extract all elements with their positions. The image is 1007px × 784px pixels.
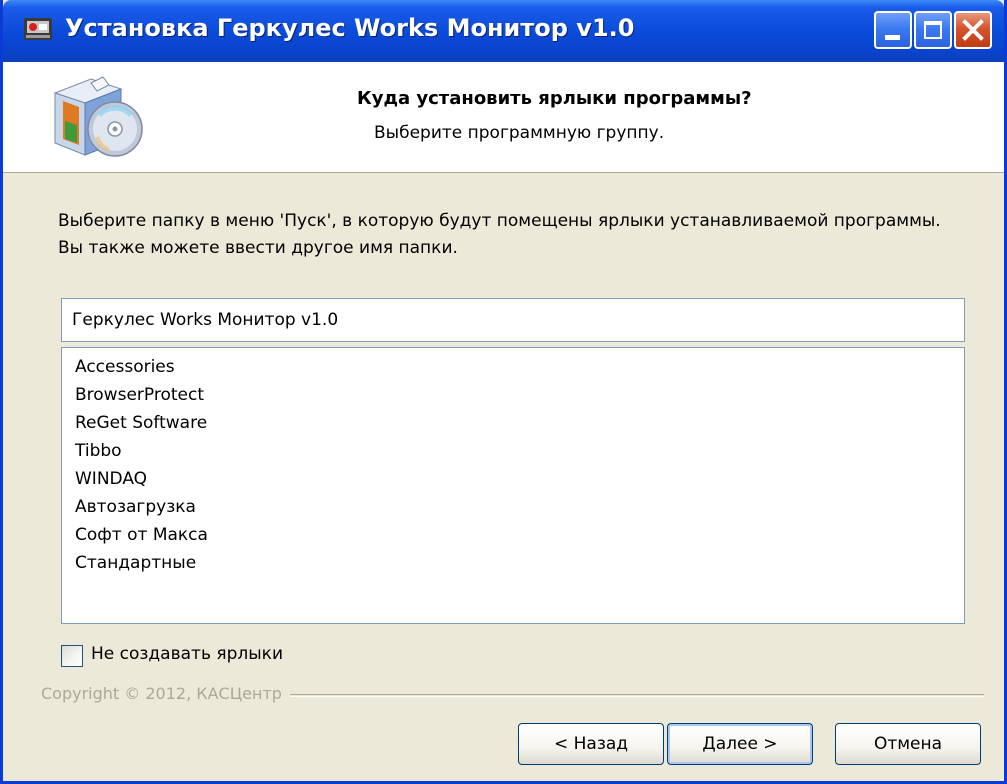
wizard-page-subtitle: Выберите программную группу. (374, 123, 665, 143)
title-bar[interactable]: Установка Геркулес Works Монитор v1.0 (3, 0, 1004, 62)
list-item[interactable]: Accessories (62, 353, 964, 381)
list-item[interactable]: Софт от Макса (62, 521, 964, 549)
copyright-text: Copyright © 2012, КАСЦентр (41, 684, 290, 703)
close-button[interactable] (954, 11, 992, 49)
no-shortcuts-checkbox[interactable] (61, 645, 83, 667)
next-button[interactable]: Далее > (667, 723, 813, 765)
list-item[interactable]: WINDAQ (62, 465, 964, 493)
list-item[interactable]: Tibbo (62, 437, 964, 465)
list-item[interactable]: Стандартные (62, 549, 964, 577)
app-icon (24, 18, 52, 40)
maximize-icon (924, 21, 942, 39)
instruction-text: Выберите папку в меню 'Пуск', в которую … (58, 211, 941, 258)
maximize-button[interactable] (914, 11, 952, 49)
wizard-page-title: Куда установить ярлыки программы? (357, 88, 752, 109)
no-shortcuts-label[interactable]: Не создавать ярлыки (91, 644, 283, 664)
minimize-button[interactable] (874, 11, 912, 49)
cancel-button[interactable]: Отмена (835, 723, 981, 765)
close-icon (962, 19, 984, 41)
list-item[interactable]: BrowserProtect (62, 381, 964, 409)
start-menu-folder-input[interactable]: Геркулес Works Монитор v1.0 (61, 298, 965, 342)
installer-window: Установка Геркулес Works Монитор v1.0 Ку… (0, 0, 1007, 784)
window-title: Установка Геркулес Works Монитор v1.0 (65, 14, 635, 42)
start-menu-folder-list[interactable]: Accessories BrowserProtect ReGet Softwar… (61, 347, 965, 624)
list-item[interactable]: ReGet Software (62, 409, 964, 437)
list-item[interactable]: Автозагрузка (62, 493, 964, 521)
installer-box-cd-icon (53, 76, 143, 157)
back-button[interactable]: < Назад (518, 723, 664, 765)
minimize-icon (885, 35, 900, 40)
wizard-header: Куда установить ярлыки программы? Выбери… (3, 62, 1004, 173)
